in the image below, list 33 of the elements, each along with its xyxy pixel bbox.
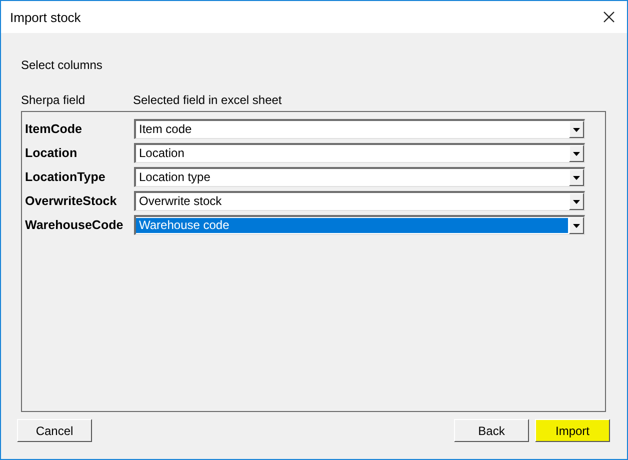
dialog-button[interactable]: Cancel <box>17 419 92 442</box>
dropdown-button[interactable] <box>569 169 584 186</box>
instruction-text: Select columns <box>21 58 104 72</box>
field-label: OverwriteStock <box>25 194 118 208</box>
close-icon[interactable] <box>603 11 615 23</box>
field-label: WarehouseCode <box>25 218 124 232</box>
column-header: Sherpa field <box>21 93 86 107</box>
column-dropdown[interactable]: Location type <box>134 167 585 187</box>
column-dropdown[interactable]: Overwrite stock <box>134 191 585 211</box>
caret-icon <box>573 176 580 180</box>
window-title: Import stock <box>10 10 81 24</box>
field-label: LocationType <box>25 170 106 184</box>
caret-icon <box>573 128 580 132</box>
caret-icon <box>573 224 580 228</box>
caret-icon <box>573 200 580 204</box>
dropdown-button[interactable] <box>569 121 584 138</box>
column-header: Selected field in excel sheet <box>133 93 282 107</box>
field-label: Location <box>25 146 78 160</box>
dropdown-button[interactable] <box>569 193 584 210</box>
dropdown-value: Location <box>138 145 186 162</box>
caret-icon <box>573 152 580 156</box>
dropdown-value: Location type <box>138 169 212 186</box>
dropdown-value: Warehouse code <box>136 218 568 233</box>
column-dropdown[interactable]: Warehouse code <box>134 215 585 235</box>
dialog-button[interactable]: Import <box>535 419 610 442</box>
dropdown-button[interactable] <box>569 217 584 234</box>
dropdown-button[interactable] <box>569 145 584 162</box>
column-dropdown[interactable]: Location <box>134 143 585 163</box>
column-dropdown[interactable]: Item code <box>134 119 585 139</box>
dropdown-value: Item code <box>138 121 193 138</box>
dropdown-value: Overwrite stock <box>138 193 223 210</box>
dialog-button[interactable]: Back <box>454 419 529 442</box>
field-label: ItemCode <box>25 122 83 136</box>
